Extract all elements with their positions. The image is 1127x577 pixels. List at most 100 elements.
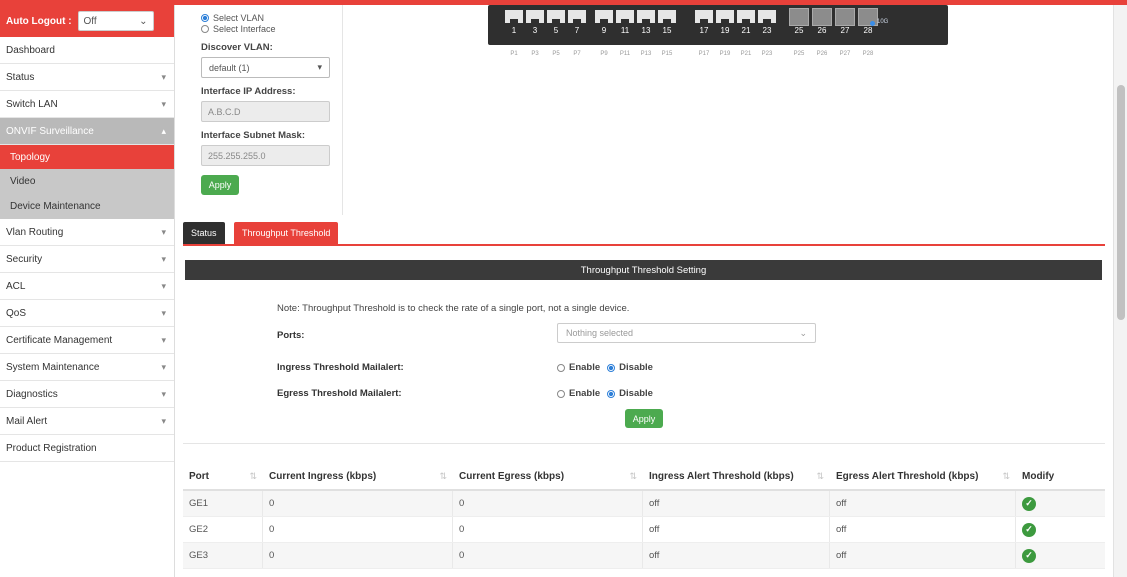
sidebar-item-label: ONVIF Surveillance — [6, 125, 94, 137]
sfp-port-icon[interactable] — [835, 8, 855, 26]
radio-label: Select Interface — [213, 23, 276, 34]
cell-egress-threshold: off — [830, 517, 1016, 542]
tab-bar: Status Throughput Threshold — [183, 222, 1105, 246]
port-number: 1 — [511, 26, 517, 35]
threshold-note: Note: Throughput Threshold is to check t… — [277, 303, 630, 314]
chevron-down-icon: ▾ — [161, 334, 166, 345]
sidebar-item-label: Vlan Routing — [6, 226, 64, 238]
cell-modify: ✓ — [1016, 543, 1105, 568]
discover-vlan-select[interactable]: default (1) ▾ — [201, 57, 330, 78]
interface-mask-placeholder: 255.255.255.0 — [208, 150, 266, 161]
discover-apply-button[interactable]: Apply — [201, 175, 239, 195]
port-label: P9 — [600, 51, 608, 57]
edit-check-icon[interactable]: ✓ — [1022, 496, 1036, 511]
cell-ingress-threshold: off — [643, 517, 830, 542]
ingress-disable-radio[interactable]: Disable — [607, 362, 653, 373]
radio-label: Disable — [619, 362, 653, 373]
interface-ip-placeholder: A.B.C.D — [208, 106, 241, 117]
radio-select-interface[interactable]: Select Interface — [201, 23, 342, 34]
sidebar-item-label: System Maintenance — [6, 361, 100, 373]
page-scrollbar[interactable] — [1113, 5, 1127, 577]
sidebar-item-vlan-routing[interactable]: Vlan Routing ▾ — [0, 219, 174, 246]
sidebar-item-qos[interactable]: QoS ▾ — [0, 300, 174, 327]
sidebar-item-device-maintenance[interactable]: Device Maintenance — [0, 193, 174, 219]
header-label: Port — [189, 471, 209, 482]
radio-select-vlan[interactable]: Select VLAN — [201, 12, 342, 23]
radio-empty-icon — [201, 24, 209, 33]
cell-current-ingress: 0 — [263, 491, 453, 516]
tab-throughput-threshold[interactable]: Throughput Threshold — [234, 222, 339, 244]
port-icon[interactable] — [616, 10, 634, 23]
port-label: P11 — [619, 51, 631, 57]
column-header-ingress-threshold[interactable]: Ingress Alert Threshold (kbps) ⇅ — [643, 464, 830, 489]
sidebar-item-label: Certificate Management — [6, 334, 113, 346]
ingress-enable-radio[interactable]: Enable — [557, 362, 600, 373]
port-label: P17 — [698, 51, 710, 57]
chevron-down-icon: ▾ — [161, 307, 166, 318]
discover-vlan-label: Discover VLAN: — [201, 42, 273, 53]
egress-disable-radio[interactable]: Disable — [607, 388, 653, 399]
port-icon[interactable] — [505, 10, 523, 23]
sidebar-item-system-maintenance[interactable]: System Maintenance ▾ — [0, 354, 174, 381]
sort-icon: ⇅ — [816, 471, 824, 481]
sidebar-item-label: Video — [10, 175, 36, 187]
port-icon[interactable] — [658, 10, 676, 23]
sidebar-item-topology[interactable]: Topology — [0, 145, 174, 169]
sort-icon: ⇅ — [249, 471, 257, 481]
sidebar-item-label: Topology — [10, 151, 51, 163]
sidebar-item-diagnostics[interactable]: Diagnostics ▾ — [0, 381, 174, 408]
ports-label: Ports: — [277, 330, 305, 341]
edit-check-icon[interactable]: ✓ — [1022, 522, 1036, 537]
sfp-port-icon[interactable] — [789, 8, 809, 26]
port-icon[interactable] — [716, 10, 734, 23]
sidebar-item-label: ACL — [6, 280, 26, 292]
port-label: P26 — [816, 51, 828, 57]
edit-check-icon[interactable]: ✓ — [1022, 548, 1036, 563]
threshold-apply-button[interactable]: Apply — [625, 409, 663, 428]
column-header-current-ingress[interactable]: Current Ingress (kbps) ⇅ — [263, 464, 453, 489]
sidebar-item-onvif-surveillance[interactable]: ONVIF Surveillance ▴ — [0, 118, 174, 145]
auto-logout-select[interactable]: Off ⌄ — [77, 11, 154, 31]
sidebar-item-switch-lan[interactable]: Switch LAN ▾ — [0, 91, 174, 118]
egress-enable-radio[interactable]: Enable — [557, 388, 600, 399]
port-icon[interactable] — [737, 10, 755, 23]
cell-current-ingress: 0 — [263, 517, 453, 542]
port-icon[interactable] — [595, 10, 613, 23]
radio-selected-icon — [607, 389, 616, 398]
column-header-port[interactable]: Port ⇅ — [183, 464, 263, 489]
sidebar-item-certificate-management[interactable]: Certificate Management ▾ — [0, 327, 174, 354]
sfp-port-icon[interactable] — [858, 8, 878, 26]
port-icon[interactable] — [695, 10, 713, 23]
port-icon[interactable] — [637, 10, 655, 23]
port-icon[interactable] — [526, 10, 544, 23]
sidebar-item-status[interactable]: Status ▾ — [0, 64, 174, 91]
sidebar-item-acl[interactable]: ACL ▾ — [0, 273, 174, 300]
sidebar-item-video[interactable]: Video — [0, 169, 174, 193]
port-icon[interactable] — [568, 10, 586, 23]
sidebar-item-mail-alert[interactable]: Mail Alert ▾ — [0, 408, 174, 435]
sidebar-item-product-registration[interactable]: Product Registration — [0, 435, 174, 462]
cell-current-egress: 0 — [453, 491, 643, 516]
sidebar-item-dashboard[interactable]: Dashboard — [0, 37, 174, 64]
sfp-port-icon[interactable] — [812, 8, 832, 26]
table-row: GE2 0 0 off off ✓ — [183, 517, 1105, 543]
column-header-current-egress[interactable]: Current Egress (kbps) ⇅ — [453, 464, 643, 489]
ports-select[interactable]: Nothing selected ⌄ — [557, 323, 816, 343]
interface-mask-input[interactable]: 255.255.255.0 — [201, 145, 330, 166]
sidebar-item-security[interactable]: Security ▾ — [0, 246, 174, 273]
port-number: 25 — [794, 26, 804, 35]
caret-down-icon: ⌄ — [799, 327, 807, 338]
tab-status[interactable]: Status — [183, 222, 225, 244]
port-number: 21 — [741, 26, 751, 35]
table-header: Port ⇅ Current Ingress (kbps) ⇅ Current Eg… — [183, 464, 1105, 491]
port-icon[interactable] — [547, 10, 565, 23]
column-header-egress-threshold[interactable]: Egress Alert Threshold (kbps) ⇅ — [830, 464, 1016, 489]
port-label: P25 — [793, 51, 805, 57]
scrollbar-thumb[interactable] — [1117, 85, 1125, 320]
port-label: P13 — [640, 51, 652, 57]
port-label: P5 — [552, 51, 560, 57]
port-label: P28 — [862, 51, 874, 57]
interface-ip-input[interactable]: A.B.C.D — [201, 101, 330, 122]
chevron-down-icon: ▾ — [161, 415, 166, 426]
port-icon[interactable] — [758, 10, 776, 23]
